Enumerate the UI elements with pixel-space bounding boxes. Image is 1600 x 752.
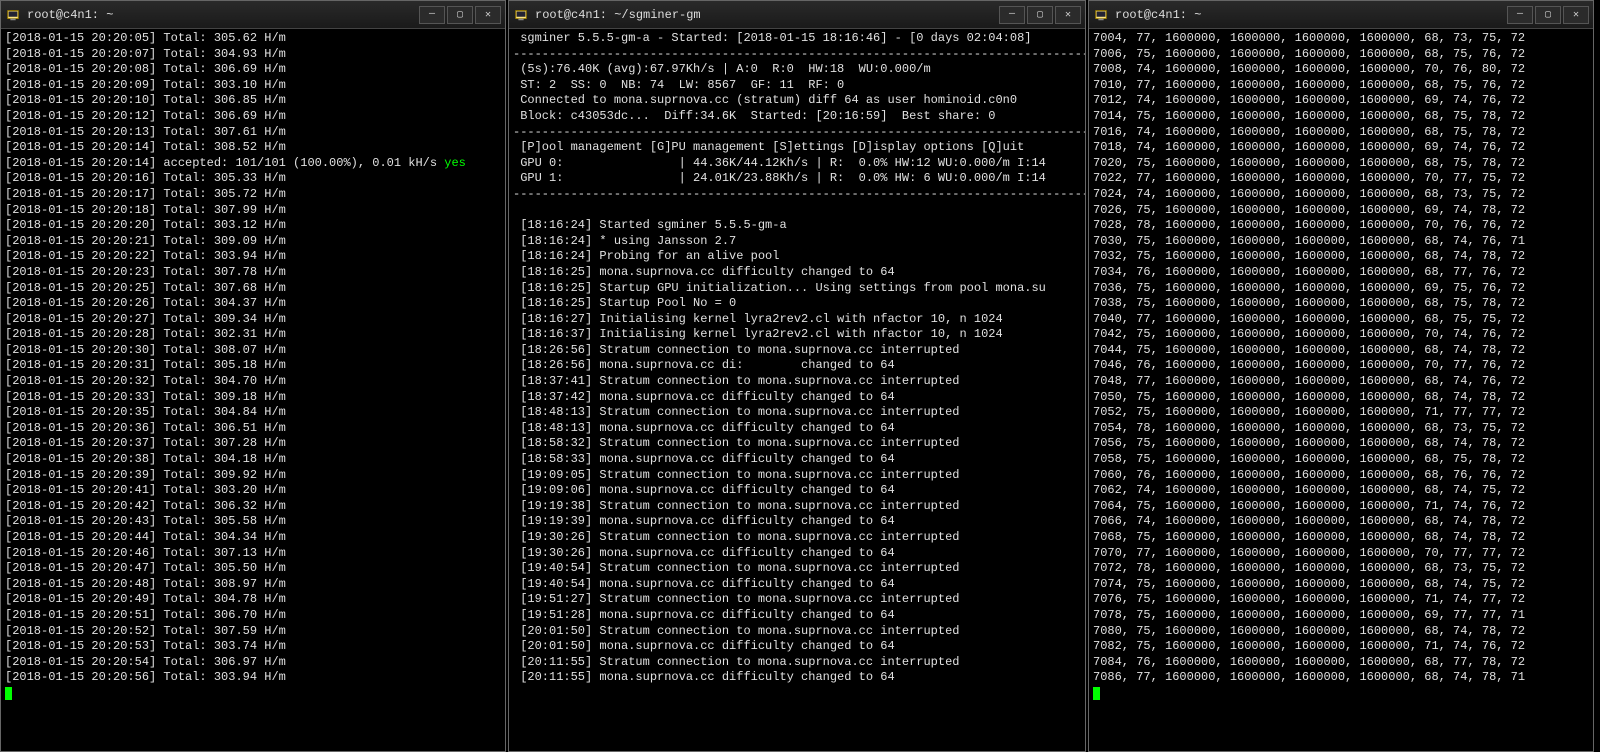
cursor xyxy=(5,687,12,700)
terminal-body-left[interactable]: [2018-01-15 20:20:05] Total: 305.62 H/m … xyxy=(1,29,505,751)
terminal-window-left: root@c4n1: ~ — ▢ ✕ [2018-01-15 20:20:05]… xyxy=(0,0,506,752)
putty-icon xyxy=(5,7,21,23)
title-text-middle: root@c4n1: ~/sgminer-gm xyxy=(535,8,999,22)
maximize-button[interactable]: ▢ xyxy=(447,6,473,24)
terminal-body-right[interactable]: 7004, 77, 1600000, 1600000, 1600000, 160… xyxy=(1089,29,1593,751)
titlebar-middle[interactable]: root@c4n1: ~/sgminer-gm — ▢ ✕ xyxy=(509,1,1085,29)
terminal-window-middle: root@c4n1: ~/sgminer-gm — ▢ ✕ sgminer 5.… xyxy=(508,0,1086,752)
minimize-button[interactable]: — xyxy=(999,6,1025,24)
minimize-button[interactable]: — xyxy=(419,6,445,24)
close-button[interactable]: ✕ xyxy=(1563,6,1589,24)
close-button[interactable]: ✕ xyxy=(1055,6,1081,24)
maximize-button[interactable]: ▢ xyxy=(1535,6,1561,24)
titlebar-left[interactable]: root@c4n1: ~ — ▢ ✕ xyxy=(1,1,505,29)
title-text-right: root@c4n1: ~ xyxy=(1115,8,1507,22)
accepted-yes: yes xyxy=(444,156,466,170)
terminal-window-right: root@c4n1: ~ — ▢ ✕ 7004, 77, 1600000, 16… xyxy=(1088,0,1594,752)
putty-icon xyxy=(513,7,529,23)
maximize-button[interactable]: ▢ xyxy=(1027,6,1053,24)
title-text-left: root@c4n1: ~ xyxy=(27,8,419,22)
cursor xyxy=(1093,687,1100,700)
terminal-body-middle[interactable]: sgminer 5.5.5-gm-a - Started: [2018-01-1… xyxy=(509,29,1085,751)
putty-icon xyxy=(1093,7,1109,23)
minimize-button[interactable]: — xyxy=(1507,6,1533,24)
titlebar-right[interactable]: root@c4n1: ~ — ▢ ✕ xyxy=(1089,1,1593,29)
close-button[interactable]: ✕ xyxy=(475,6,501,24)
